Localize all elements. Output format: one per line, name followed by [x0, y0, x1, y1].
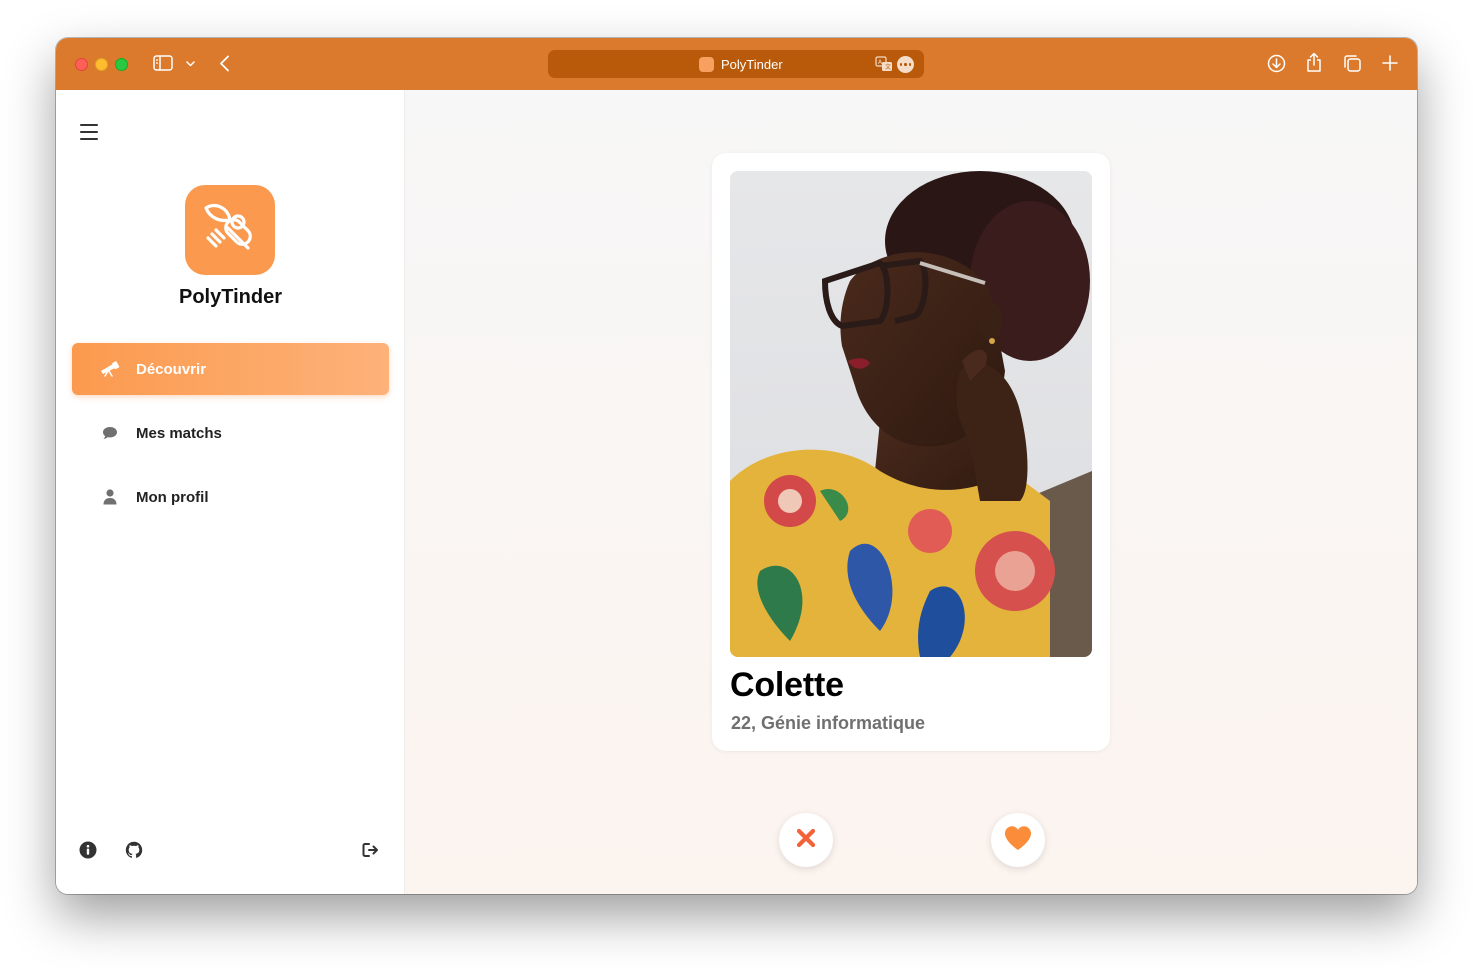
back-icon[interactable] [219, 55, 230, 72]
profile-details: 22, Génie informatique [731, 713, 926, 733]
download-icon[interactable] [1267, 54, 1286, 73]
window-maximize-button[interactable] [115, 58, 128, 71]
sidebar: PolyTinder Découvrir Mes matchs Mon prof… [56, 90, 405, 894]
close-icon [796, 828, 816, 853]
share-icon[interactable] [1306, 52, 1322, 73]
profile-card[interactable]: Colette 22, Génie informatique [712, 153, 1110, 751]
new-tab-icon[interactable] [1382, 55, 1398, 71]
svg-text:文: 文 [885, 63, 891, 71]
more-icon[interactable] [897, 56, 914, 73]
logout-icon[interactable] [361, 840, 381, 860]
site-favicon [699, 57, 714, 72]
window-minimize-button[interactable] [95, 58, 108, 71]
tab-title: PolyTinder [721, 57, 783, 72]
sidebar-item-mon-profil[interactable]: Mon profil [72, 471, 389, 523]
app-name: PolyTinder [179, 286, 282, 308]
tabs-icon[interactable] [1343, 54, 1362, 73]
translate-icon[interactable]: A文 [875, 56, 893, 77]
sidebar-item-label: Mes matchs [136, 424, 222, 442]
browser-toolbar: PolyTinder A文 [56, 38, 1417, 90]
profile-name: Colette [730, 666, 844, 704]
sidebar-icon[interactable] [153, 55, 173, 71]
hamburger-menu-icon[interactable] [80, 124, 98, 140]
heart-icon [1004, 825, 1032, 856]
app-logo [185, 185, 275, 275]
profile-photo [730, 171, 1092, 657]
sidebar-item-label: Découvrir [136, 360, 207, 378]
user-icon [100, 487, 120, 507]
browser-window: PolyTinder A文 PolyTinder Découvrir Mes m… [56, 38, 1417, 894]
sidebar-nav: Découvrir Mes matchs Mon profil [72, 343, 389, 535]
chat-bubble-icon [100, 423, 120, 443]
dislike-button[interactable] [779, 813, 833, 867]
sidebar-item-label: Mon profil [136, 488, 209, 506]
github-icon[interactable] [124, 840, 144, 860]
like-button[interactable] [991, 813, 1045, 867]
discover-view: Colette 22, Génie informatique [405, 90, 1417, 894]
address-bar[interactable]: PolyTinder A文 [548, 50, 924, 78]
telescope-icon [100, 359, 120, 379]
window-close-button[interactable] [75, 58, 88, 71]
sidebar-item-mes-matchs[interactable]: Mes matchs [72, 407, 389, 459]
sidebar-item-decouvrir[interactable]: Découvrir [72, 343, 389, 395]
info-icon[interactable] [78, 840, 98, 860]
chevron-down-icon[interactable] [186, 59, 195, 68]
